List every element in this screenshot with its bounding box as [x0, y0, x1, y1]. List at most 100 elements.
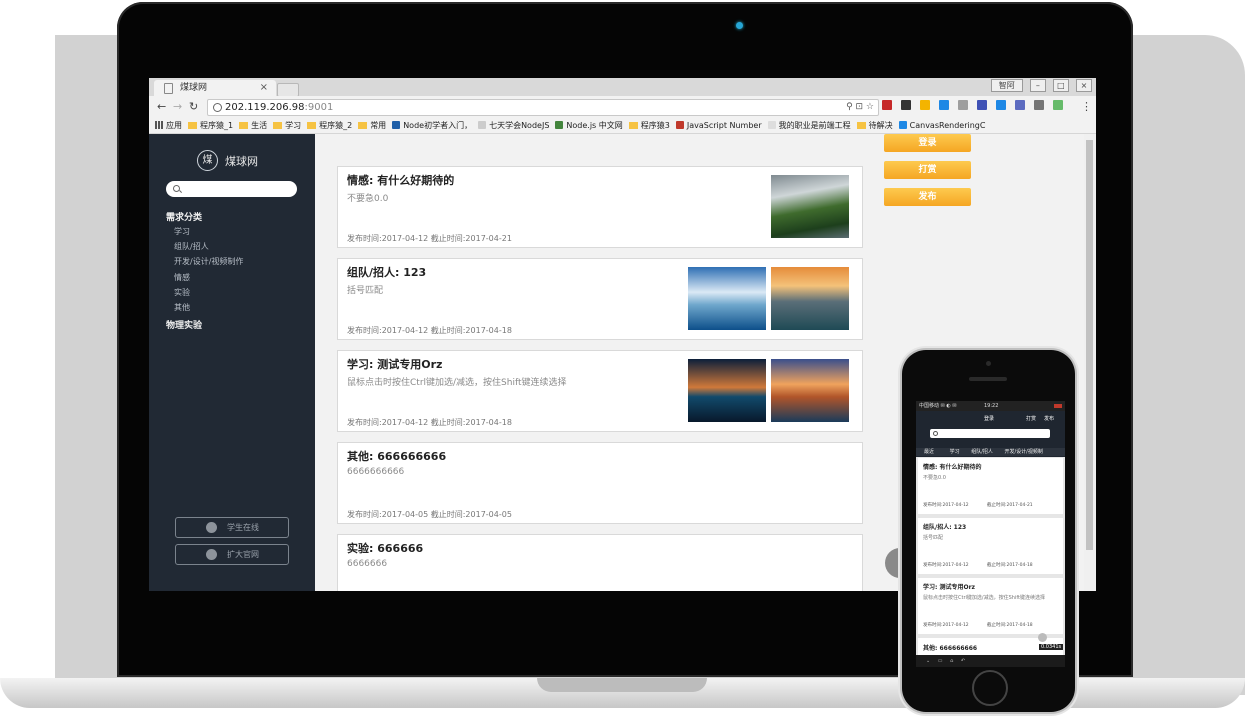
bookmark-label: 程序猿_2 — [319, 121, 353, 130]
official-site-button[interactable]: 扩大官网 — [175, 544, 289, 565]
favicon-icon — [392, 121, 401, 129]
phone-post-title[interactable]: 学习: 测试专用Orz — [923, 582, 975, 591]
post-title[interactable]: 学习: 测试专用Orz — [347, 356, 442, 372]
close-icon[interactable]: × — [260, 80, 268, 96]
extension-icon[interactable] — [1034, 100, 1044, 110]
tab-active[interactable]: 煤球网 × — [154, 80, 276, 96]
phone-post-card[interactable]: 学习: 测试专用Orz 鼠标点击时按住Ctrl键加选/减选，按住Shift键连续… — [918, 578, 1063, 634]
phone-nav-item[interactable]: 组队/招人 — [971, 449, 993, 455]
phone-post-end: 截止时间:2017-04-18 — [987, 563, 1033, 568]
home-button[interactable] — [972, 670, 1008, 706]
bookmark-item[interactable]: 应用 — [155, 118, 182, 133]
post-title[interactable]: 其他: 666666666 — [347, 448, 446, 464]
post-thumbnail[interactable] — [771, 267, 849, 330]
extension-icon[interactable] — [958, 100, 968, 110]
status-carrier: 中国移动 ✉ ◐ ✉ — [919, 403, 957, 409]
extension-icon[interactable] — [882, 100, 892, 110]
post-title[interactable]: 实验: 666666 — [347, 540, 423, 556]
info-icon[interactable] — [213, 103, 222, 112]
extension-icon[interactable] — [1053, 100, 1063, 110]
phone-nav-item[interactable]: 开发/设计/视频制 — [1005, 449, 1043, 455]
extension-icon[interactable] — [901, 100, 911, 110]
post-card[interactable]: 组队/招人: 123 括号匹配 发布时间:2017-04-12 截止时间:201… — [337, 258, 863, 340]
status-time: 19:22 — [984, 403, 999, 409]
phone-publish-button[interactable]: 发布 — [1044, 415, 1054, 422]
sidebar-item-experiment[interactable]: 实验 — [174, 287, 190, 298]
bookmark-item[interactable]: 学习 — [273, 118, 301, 133]
extension-icon[interactable] — [977, 100, 987, 110]
bookmark-item[interactable]: 七天学会NodeJS — [478, 118, 549, 133]
phone-reward-button[interactable]: 打赏 — [1026, 415, 1036, 422]
phone-login-button[interactable]: 登录 — [984, 415, 994, 422]
maximize-button[interactable]: □ — [1052, 79, 1069, 92]
menu-icon[interactable]: ⋮ — [1081, 100, 1092, 113]
bookmark-item[interactable]: 我的职业是前端工程 — [767, 118, 851, 133]
student-online-button[interactable]: 学生在线 — [175, 517, 289, 538]
phone-back-to-top-button[interactable] — [1038, 633, 1047, 642]
bookmark-item[interactable]: 待解决 — [856, 118, 893, 133]
bookmark-item[interactable]: Node初学者入门， — [392, 118, 472, 133]
extension-icons — [882, 100, 1072, 119]
window-close-button[interactable]: × — [1076, 79, 1092, 92]
post-title[interactable]: 组队/招人: 123 — [347, 264, 426, 280]
post-card[interactable]: 情感: 有什么好期待的 不要急0.0 发布时间:2017-04-12 截止时间:… — [337, 166, 863, 248]
phone-post-title[interactable]: 其他: 666666666 — [923, 643, 977, 652]
publish-button[interactable]: 发布 — [884, 188, 971, 206]
sidebar-section-physics[interactable]: 物理实验 — [166, 318, 202, 331]
forward-arrow-icon[interactable]: → — [173, 100, 182, 113]
reward-button[interactable]: 打赏 — [884, 161, 971, 179]
phone-post-title[interactable]: 组队/招人: 123 — [923, 522, 966, 531]
post-card[interactable]: 学习: 测试专用Orz 鼠标点击时按住Ctrl键加选/减选，按住Shift键连续… — [337, 350, 863, 432]
back-arrow-icon[interactable]: ← — [157, 100, 166, 113]
phone-nav: 最近 学习 组队/招人 开发/设计/视频制 — [916, 448, 1065, 456]
bookmark-item[interactable]: 常用 — [358, 118, 386, 133]
post-thumbnail[interactable] — [688, 359, 766, 422]
sidebar-item-study[interactable]: 学习 — [174, 226, 190, 237]
logo-icon[interactable]: 煤 — [197, 150, 218, 171]
phone-post-card[interactable]: 组队/招人: 123 括号匹配 发布时间:2017-04-12 截止时间:201… — [918, 518, 1063, 574]
search-input[interactable] — [166, 181, 297, 197]
bookmark-item[interactable]: JavaScript Number — [675, 118, 762, 133]
post-thumbnail[interactable] — [688, 267, 766, 330]
bookmark-item[interactable]: 生活 — [239, 118, 267, 133]
post-card[interactable]: 实验: 666666 6666666 — [337, 534, 863, 591]
profile-button[interactable]: 智阿 — [990, 79, 1023, 92]
phone-post-publish: 发布时间:2017-04-12 — [923, 623, 969, 628]
sidebar-item-other[interactable]: 其他 — [174, 302, 190, 313]
bookmark-item[interactable]: 程序猿_2 — [307, 118, 352, 133]
post-time: 发布时间:2017-04-12 截止时间:2017-04-18 — [347, 326, 512, 335]
post-thumbnail[interactable] — [771, 175, 849, 238]
scrollbar[interactable] — [1084, 134, 1096, 591]
url-input[interactable]: 202.119.206.98:9001 ⚲ ⊡ ☆ — [207, 99, 879, 116]
new-tab-button[interactable] — [277, 83, 299, 97]
phone-post-title[interactable]: 情感: 有什么好期待的 — [923, 462, 982, 471]
extension-icon[interactable] — [939, 100, 949, 110]
bookmark-item[interactable]: 程序猿3 — [628, 118, 670, 133]
bookmark-item[interactable]: 程序猿_1 — [188, 118, 233, 133]
phone-search-input[interactable] — [930, 429, 1050, 438]
sidebar-item-dev[interactable]: 开发/设计/视频制作 — [174, 256, 243, 267]
post-title[interactable]: 情感: 有什么好期待的 — [347, 172, 454, 188]
extension-icon[interactable] — [1015, 100, 1025, 110]
post-thumbnail[interactable] — [771, 359, 849, 422]
minimize-button[interactable]: – — [1029, 79, 1046, 92]
login-button[interactable]: 登录 — [884, 134, 971, 152]
scrollbar-thumb[interactable] — [1086, 140, 1093, 550]
extension-icon[interactable] — [996, 100, 1006, 110]
post-card[interactable]: 其他: 666666666 6666666666 发布时间:2017-04-05… — [337, 442, 863, 524]
phone-nav-item[interactable]: 最近 — [924, 449, 934, 455]
site-name[interactable]: 煤球网 — [225, 153, 258, 169]
phone-nav-icons[interactable]: ⌄ ▭ ⌂ ↶ — [926, 658, 968, 664]
bookmark-label: Node初学者入门， — [403, 121, 473, 130]
bookmark-item[interactable]: CanvasRenderingC — [898, 118, 985, 133]
phone-post-card[interactable]: 情感: 有什么好期待的 不要急0.0 发布时间:2017-04-12 截止时间:… — [918, 458, 1063, 514]
phone-nav-item[interactable]: 学习 — [950, 449, 960, 455]
sidebar-item-team[interactable]: 组队/招人 — [174, 241, 209, 252]
sidebar-section-demand[interactable]: 需求分类 — [166, 210, 202, 223]
extension-icon[interactable] — [920, 100, 930, 110]
reload-icon[interactable]: ↻ — [189, 100, 198, 113]
sidebar-item-emotion[interactable]: 情感 — [174, 272, 190, 283]
bookmark-label: JavaScript Number — [686, 121, 762, 130]
bookmark-item[interactable]: Node.js 中文网 — [555, 118, 623, 133]
omnibox-icons[interactable]: ⚲ ⊡ ☆ — [846, 100, 874, 115]
